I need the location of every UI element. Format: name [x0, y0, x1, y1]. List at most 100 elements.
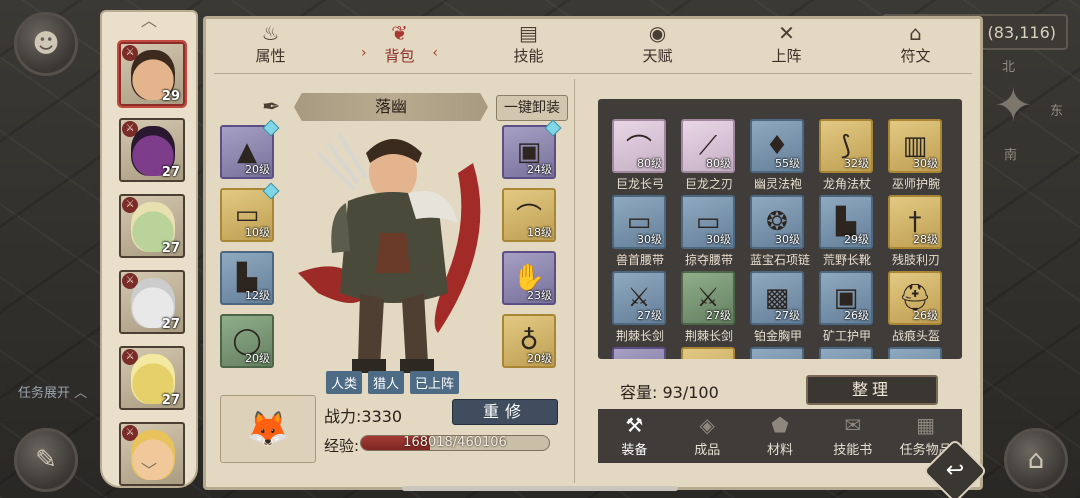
hero-name: 落幽 — [294, 93, 488, 121]
rune-icon: ⌂ — [909, 21, 922, 45]
item-slot[interactable]: ▭ 30级 — [681, 195, 735, 249]
tab-book[interactable]: ▤ 技能 — [464, 19, 593, 71]
inventory-item[interactable]: ▭ 30级 兽首腰带 — [612, 195, 668, 271]
item-slot[interactable]: ♦ 55级 — [750, 119, 804, 173]
item-slot[interactable]: ▭ 30级 — [612, 195, 666, 249]
item-slot[interactable]: ◆ — [888, 347, 942, 359]
scroll-up-icon[interactable]: ︿ — [102, 12, 196, 30]
tab-fire[interactable]: ♨ 属性 — [206, 19, 335, 71]
avatar-icon: ☻ — [32, 29, 60, 59]
inventory-item[interactable]: † 28级 残肢利刃 — [888, 195, 944, 271]
item-slot[interactable]: ◆ — [819, 347, 873, 359]
sort-button[interactable]: 整理 — [806, 375, 938, 405]
task-expand-toggle[interactable]: 任务展开 ︿ — [18, 382, 87, 401]
item-slot[interactable]: ⟋ 80级 — [681, 119, 735, 173]
item-slot[interactable]: † 28级 — [888, 195, 942, 249]
category-tab[interactable]: ⚒ 装备 — [598, 409, 671, 463]
item-slot[interactable]: ⚔ 27级 — [681, 271, 735, 325]
book-icon: ▤ — [519, 21, 538, 45]
item-name: 残肢利刃 — [891, 253, 940, 267]
tab-rune[interactable]: ⌂ 符文 — [851, 19, 980, 71]
item-slot[interactable]: ◆ — [681, 347, 735, 359]
item-slot[interactable]: ❂ 30级 — [750, 195, 804, 249]
character-level: 27 — [161, 165, 180, 180]
inventory-item[interactable]: ♦ 55级 幽灵法袍 — [750, 119, 806, 195]
item-slot[interactable]: ▩ 27级 — [750, 271, 804, 325]
pet-slot[interactable]: 🦊 — [220, 395, 316, 463]
tab-bag[interactable]: ❦ 背包 — [335, 19, 464, 71]
category-tab[interactable]: ✉ 技能书 — [816, 409, 889, 463]
item-level: 29级 — [844, 233, 869, 246]
category-tab[interactable]: ◈ 成品 — [671, 409, 744, 463]
player-avatar-button[interactable]: ☻ — [14, 12, 78, 76]
inventory-item[interactable]: ⚔ 27级 荆棘长剑 — [612, 271, 668, 347]
town-button[interactable]: ⌂ — [1004, 428, 1068, 492]
equipment-slot[interactable]: ✋ 23级 — [502, 251, 556, 305]
inventory-item[interactable]: ▥ 30级 巫师护腕 — [888, 119, 944, 195]
item-name: 幽灵法袍 — [753, 177, 802, 191]
crossed-swords-icon: ✕ — [778, 21, 795, 45]
equipment-slot[interactable]: ▭ 10级 — [220, 182, 280, 242]
tab-crossed-swords[interactable]: ✕ 上阵 — [722, 19, 851, 71]
map-menu-button[interactable]: ✎ — [14, 428, 78, 492]
item-slot[interactable]: ▥ 30级 — [888, 119, 942, 173]
category-tab-label: 成品 — [694, 443, 721, 458]
inventory-item[interactable]: ◆ — [888, 347, 944, 359]
rename-feather-icon[interactable]: ✒ — [262, 95, 280, 120]
fire-icon: ♨ — [261, 21, 280, 45]
item-name: 兽首腰带 — [615, 253, 664, 267]
return-arrow-icon: ↩ — [945, 458, 965, 483]
inventory-item[interactable]: ❂ 30级 蓝宝石项链 — [750, 195, 810, 271]
inventory-item[interactable]: ▙ 29级 荒野长靴 — [819, 195, 875, 271]
item-level: 20级 — [245, 163, 270, 176]
inventory-item[interactable]: ▩ 27级 铂金胸甲 — [750, 271, 806, 347]
tab-eye[interactable]: ◉ 天赋 — [593, 19, 722, 71]
inventory-item[interactable]: ▣ 26级 矿工护甲 — [819, 271, 875, 347]
bag-icon: ❦ — [391, 21, 408, 45]
remake-button[interactable]: 重修 — [452, 399, 558, 425]
eye-icon: ◉ — [648, 21, 667, 45]
equipment-slot[interactable]: ▣ 24级 — [502, 119, 562, 179]
inventory-item[interactable]: ◆ — [819, 347, 875, 359]
item-level: 26级 — [913, 309, 938, 322]
inventory-item[interactable]: ▭ 30级 掠夺腰带 — [681, 195, 737, 271]
item-slot[interactable]: ▣ 26级 — [819, 271, 873, 325]
inventory-item[interactable]: ◆ — [681, 347, 737, 359]
ore-icon: ⬟ — [771, 413, 789, 437]
fox-pet-icon: 🦊 — [246, 409, 290, 449]
character-card[interactable]: ⚔ 27 — [119, 346, 185, 410]
character-card[interactable]: ⚔ 27 — [119, 194, 185, 258]
item-slot[interactable]: ◆ 5 — [612, 347, 666, 359]
equipment-slot[interactable]: ▲ 20级 — [220, 119, 280, 179]
equipment-slot[interactable]: ▙ 12级 — [220, 251, 274, 305]
character-card[interactable]: ⚔ 27 — [119, 118, 185, 182]
equipment-slot[interactable]: ♁ 20级 — [502, 314, 556, 368]
inventory-item[interactable]: ⚔ 27级 荆棘长剑 — [681, 271, 737, 347]
item-slot[interactable]: ⌒ 80级 — [612, 119, 666, 173]
capacity-value: 93/100 — [662, 383, 719, 402]
equipment-slot[interactable]: ◯ 20级 — [220, 314, 274, 368]
item-slot[interactable]: ⟆ 32级 — [819, 119, 873, 173]
tab-label: 背包 — [384, 47, 415, 65]
inventory-item[interactable]: ◆ 5 — [612, 347, 668, 359]
inventory-item[interactable]: ⟋ 80级 巨龙之刃 — [681, 119, 737, 195]
item-slot[interactable]: ⚔ 27级 — [612, 271, 666, 325]
unequip-all-button[interactable]: 一键卸装 — [496, 95, 568, 121]
inventory-grid-frame: ⌒ 80级 巨龙长弓 ⟋ 80级 巨龙之刃 ♦ 55级 幽灵法袍 ⟆ 32级 龙… — [598, 99, 962, 359]
equipment-slot[interactable]: ⌒ 18级 — [502, 188, 556, 242]
item-slot[interactable]: ▙ 29级 — [819, 195, 873, 249]
inventory-item[interactable]: ⟆ 32级 龙角法杖 — [819, 119, 875, 195]
inventory-item[interactable]: ⌒ 80级 巨龙长弓 — [612, 119, 668, 195]
item-level: 27级 — [775, 309, 800, 322]
character-card[interactable]: ⚔ 27 — [119, 270, 185, 334]
chevron-up-icon: ︿ — [74, 386, 88, 401]
inventory-item[interactable]: ◆ — [750, 347, 806, 359]
item-slot[interactable]: ⛑ 26级 — [888, 271, 942, 325]
item-slot[interactable]: ◆ — [750, 347, 804, 359]
hero-tag: 猎人 — [368, 371, 405, 394]
item-name: 掠夺腰带 — [684, 253, 733, 267]
inventory-item[interactable]: ⛑ 26级 战痕头盔 — [888, 271, 944, 347]
category-tab[interactable]: ⬟ 材料 — [744, 409, 817, 463]
scroll-down-icon[interactable]: ﹀ — [102, 462, 196, 480]
character-card[interactable]: ⚔ 29 — [119, 42, 185, 106]
